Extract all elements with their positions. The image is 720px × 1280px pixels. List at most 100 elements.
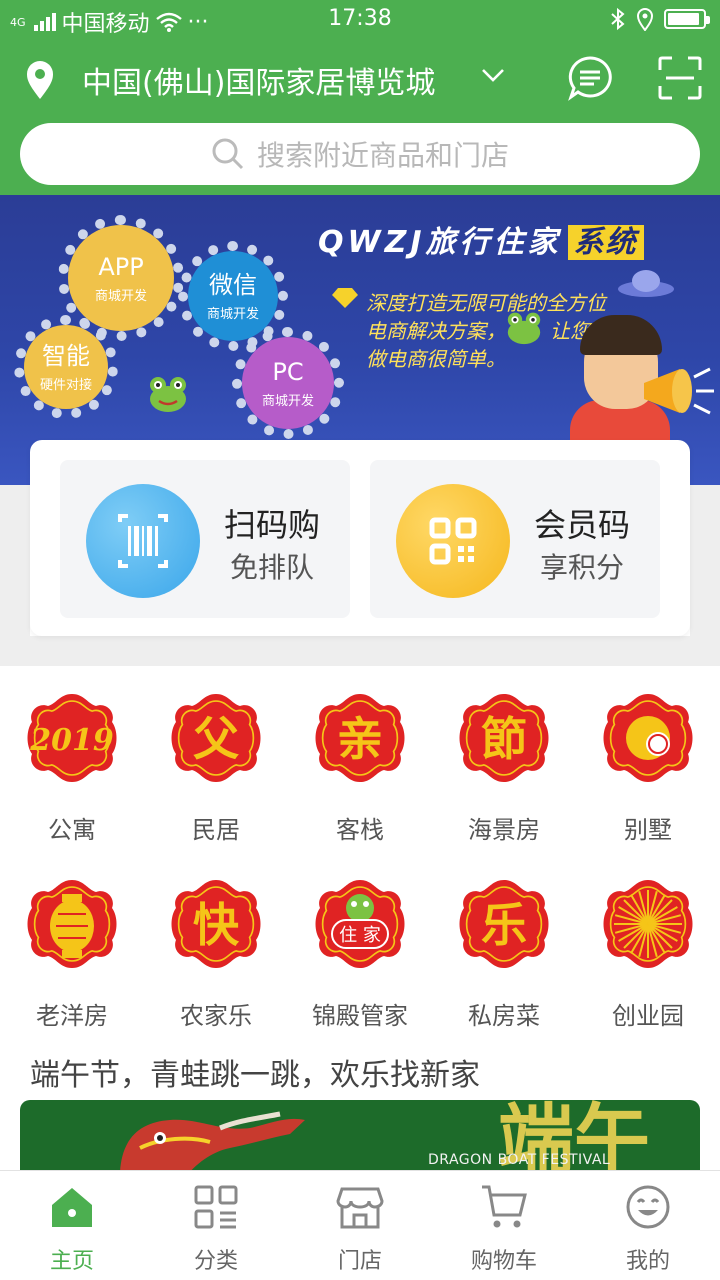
tab-label: 门店 <box>337 1249 382 1274</box>
category-item[interactable]: 2019 公寓 <box>0 688 144 845</box>
member-code-title: 会员码 <box>534 506 631 544</box>
section-background <box>0 485 30 636</box>
dragon-head-icon <box>120 1111 305 1172</box>
member-code-card[interactable]: 会员码 享积分 <box>370 460 660 618</box>
category-label: 私房菜 <box>468 1002 540 1030</box>
category-label: 农家乐 <box>180 1002 252 1030</box>
search-input[interactable]: 搜索附近商品和门店 <box>20 123 700 185</box>
category-item[interactable]: 父民居 <box>144 688 288 845</box>
store-icon <box>336 1187 384 1229</box>
banner-title-text: QWZJ旅行住家 <box>318 225 562 260</box>
top-bar: 中国(佛山)国际家居博览城 <box>0 48 720 108</box>
mascot-hair <box>580 315 662 355</box>
dragon-boat-banner[interactable]: 端午 DRAGON BOAT FESTIVAL <box>20 1100 700 1172</box>
category-item[interactable]: 住 家锦殿管家 <box>288 874 432 1031</box>
scan-buy-subtitle: 免排队 <box>230 551 315 584</box>
frog-mascot-icon <box>150 377 186 412</box>
bluetooth-icon <box>611 7 625 31</box>
diamond-icon <box>332 288 358 308</box>
paper-cut-fu-icon: 父 <box>171 694 261 782</box>
gear-badge-wechat: 微信 商城开发 <box>188 251 278 341</box>
tab-label: 购物车 <box>470 1249 537 1274</box>
cart-icon <box>482 1185 527 1228</box>
paper-cut-qin-icon: 亲 <box>315 694 405 782</box>
category-item[interactable]: 别墅 <box>576 688 720 845</box>
svg-text:快: 快 <box>193 898 240 952</box>
category-label: 别墅 <box>624 816 672 844</box>
paper-cut-2019-icon: 2019 <box>27 694 117 782</box>
category-item[interactable]: 老洋房 <box>0 874 144 1031</box>
svg-text:節: 節 <box>481 712 527 766</box>
qr-code-icon <box>396 484 510 598</box>
app-header: 4G 中国移动 ··· 17:38 中国(佛山)国际家居博览城 搜索附近商品和门… <box>0 0 720 195</box>
category-label: 公寓 <box>48 816 96 844</box>
paper-cut-le-icon: 乐 <box>459 880 549 968</box>
location-status-icon <box>636 8 654 31</box>
section-title: 端午节，青蛙跳一跳，欢乐找新家 <box>30 1058 480 1093</box>
paper-cut-dog-icon <box>603 694 693 782</box>
banner-tagline-2: 电商解决方案， <box>366 319 506 343</box>
location-title[interactable]: 中国(佛山)国际家居博览城 <box>82 58 435 102</box>
category-label: 客栈 <box>336 816 384 844</box>
category-item[interactable]: 節海景房 <box>432 688 576 845</box>
tab-category[interactable]: 分类 <box>144 1183 288 1275</box>
paper-cut-frog-icon: 住 家 <box>315 880 405 968</box>
paper-cut-kuai-icon: 快 <box>171 880 261 968</box>
tab-cart[interactable]: 购物车 <box>432 1183 576 1275</box>
category-item[interactable]: 快农家乐 <box>144 874 288 1031</box>
gear-big-label: PC <box>272 357 304 386</box>
quick-actions-panel: 扫码购 免排队 会员码 享积分 <box>30 440 690 636</box>
banner-title-highlight: 系统 <box>567 225 644 260</box>
ufo-icon <box>618 270 674 297</box>
member-code-subtitle: 享积分 <box>540 551 625 584</box>
tab-label: 分类 <box>193 1249 238 1274</box>
search-placeholder: 搜索附近商品和门店 <box>256 139 509 172</box>
battery-icon <box>664 9 710 29</box>
tab-mine[interactable]: 我的 <box>576 1183 720 1275</box>
gear-small-label: 商城开发 <box>261 393 314 409</box>
tab-label: 我的 <box>625 1249 670 1274</box>
scan-buy-card[interactable]: 扫码购 免排队 <box>60 460 350 618</box>
category-item[interactable]: 亲客栈 <box>288 688 432 845</box>
chevron-down-icon[interactable] <box>480 62 506 88</box>
section-background <box>690 485 720 636</box>
paper-cut-firework-icon <box>603 880 693 968</box>
category-label: 创业园 <box>612 1002 684 1030</box>
tab-label: 主页 <box>49 1249 94 1274</box>
category-item[interactable]: 乐私房菜 <box>432 874 576 1031</box>
section-divider <box>0 636 720 666</box>
gear-big-label: APP <box>98 252 144 281</box>
promo-english-text: DRAGON BOAT FESTIVAL <box>428 1152 611 1168</box>
location-pin-icon[interactable] <box>24 60 56 100</box>
category-label: 锦殿管家 <box>312 1002 408 1030</box>
tab-store[interactable]: 门店 <box>288 1183 432 1275</box>
gear-badge-smart: 智能 硬件对接 <box>24 325 108 409</box>
gear-big-label: 智能 <box>42 341 90 370</box>
svg-text:住 家: 住 家 <box>339 925 381 946</box>
scan-icon[interactable] <box>658 56 702 100</box>
svg-text:2019: 2019 <box>29 723 114 758</box>
paper-cut-lantern-icon <box>27 880 117 968</box>
svg-text:亲: 亲 <box>337 712 383 766</box>
scan-buy-title: 扫码购 <box>224 506 321 544</box>
category-item[interactable]: 创业园 <box>576 874 720 1031</box>
status-bar: 4G 中国移动 ··· 17:38 <box>0 0 720 38</box>
gear-small-label: 硬件对接 <box>39 377 92 393</box>
bottom-tab-bar: 主页 分类 门店 购物车 我的 <box>0 1170 720 1280</box>
banner-tagline-4: 做电商很简单。 <box>366 347 506 371</box>
gear-small-label: 商城开发 <box>206 306 259 322</box>
paper-cut-jie-icon: 節 <box>459 694 549 782</box>
gear-badge-app: APP 商城开发 <box>68 225 174 331</box>
svg-text:父: 父 <box>193 712 239 766</box>
banner-title: QWZJ旅行住家 系统 <box>318 217 644 261</box>
category-label: 海景房 <box>468 816 540 844</box>
gear-badge-pc: PC 商城开发 <box>242 337 334 429</box>
barcode-scan-icon <box>86 484 200 598</box>
gear-small-label: 商城开发 <box>94 288 147 304</box>
svg-text:乐: 乐 <box>481 898 527 952</box>
home-icon <box>52 1188 92 1227</box>
category-label: 老洋房 <box>36 1002 108 1030</box>
tab-home[interactable]: 主页 <box>0 1183 144 1275</box>
grid-list-icon <box>194 1185 238 1229</box>
message-icon[interactable] <box>566 54 614 102</box>
